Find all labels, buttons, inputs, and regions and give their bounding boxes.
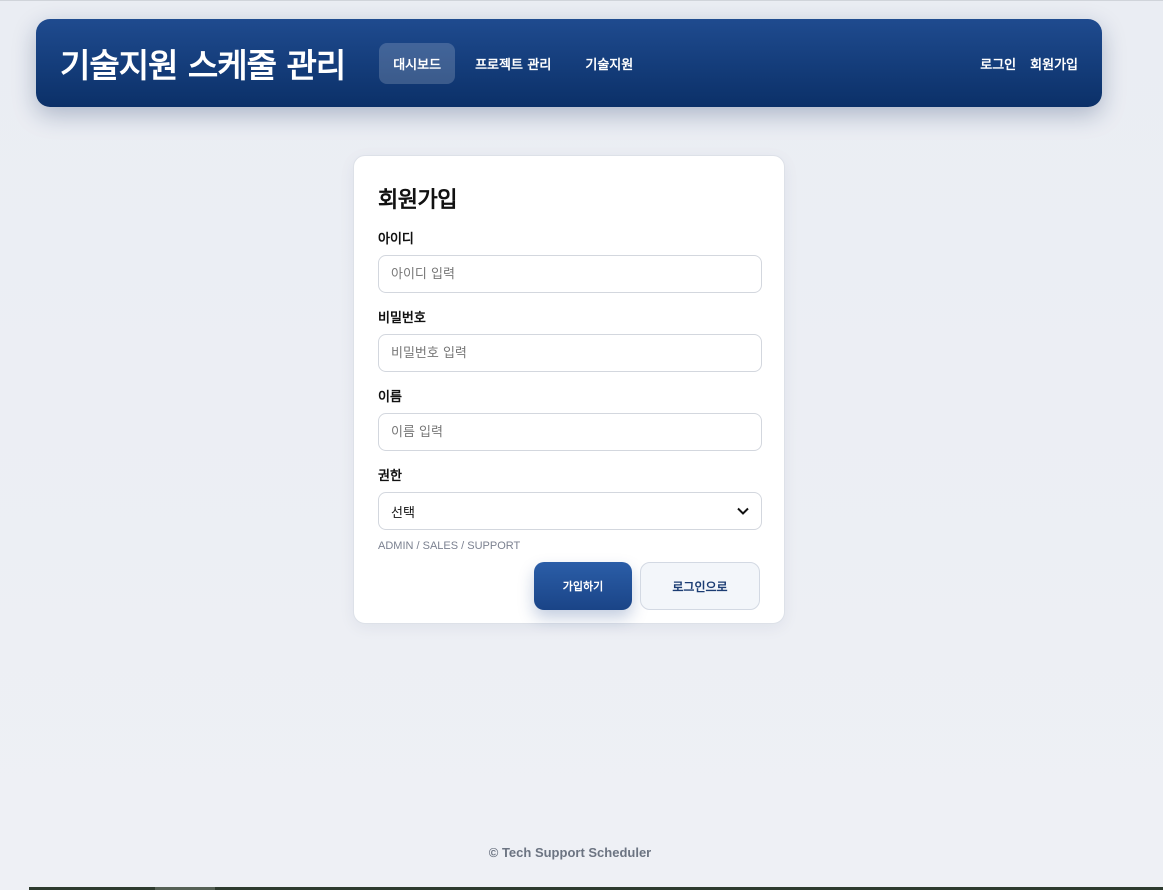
- role-hint: ADMIN / SALES / SUPPORT: [378, 540, 521, 552]
- form-actions: 가입하기 로그인으로: [378, 562, 760, 610]
- go-to-login-button[interactable]: 로그인으로: [640, 562, 760, 610]
- nav-links: 대시보드 프로젝트 관리 기술지원: [379, 42, 647, 84]
- role-label: 권한: [378, 469, 402, 484]
- chevron-down-icon: [737, 504, 749, 518]
- signup-card: 회원가입 아이디 비밀번호 이름 권한 선택 ADMIN / SALES / S…: [353, 155, 785, 624]
- role-select[interactable]: 선택: [378, 492, 762, 530]
- nav-link-signup[interactable]: 회원가입: [1030, 48, 1078, 79]
- brand-title[interactable]: 기술지원 스케줄 관리: [60, 39, 346, 87]
- nav-link-login[interactable]: 로그인: [980, 48, 1016, 79]
- signup-submit-button[interactable]: 가입하기: [534, 562, 632, 610]
- signup-title: 회원가입: [378, 188, 457, 213]
- name-input[interactable]: [378, 413, 762, 451]
- nav-link-dashboard[interactable]: 대시보드: [379, 42, 456, 84]
- role-select-value: 선택: [391, 505, 415, 521]
- password-label: 비밀번호: [378, 311, 426, 326]
- nav-link-projects[interactable]: 프로젝트 관리: [461, 43, 565, 84]
- password-input[interactable]: [378, 334, 762, 372]
- footer-text: © Tech Support Scheduler: [488, 845, 652, 860]
- nav-link-tech-support[interactable]: 기술지원: [571, 43, 647, 84]
- name-label: 이름: [378, 390, 402, 405]
- username-input[interactable]: [378, 255, 762, 293]
- nav-auth-links: 로그인 회원가입: [980, 48, 1078, 79]
- username-label: 아이디: [378, 232, 414, 247]
- top-navbar: 기술지원 스케줄 관리 대시보드 프로젝트 관리 기술지원 로그인 회원가입: [36, 19, 1102, 107]
